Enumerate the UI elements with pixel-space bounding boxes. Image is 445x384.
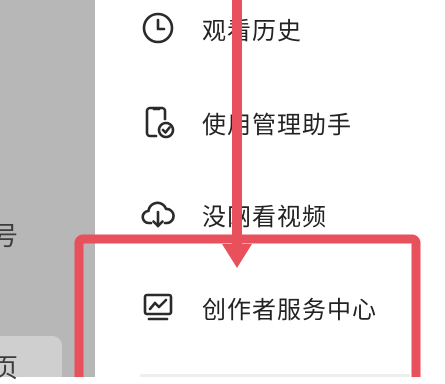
menu-item-label: 观看历史 [202,16,302,45]
menu-item-label: 使用管理助手 [202,110,352,139]
clock-icon [140,10,176,46]
menu-item-watch-history[interactable]: 观看历史 [140,5,302,51]
menu-item-label: 没网看视频 [202,202,327,231]
background-text-fragment: 页 [0,354,19,384]
phone-shield-icon [140,104,176,140]
menu-item-offline-video[interactable]: 没网看视频 [140,191,327,237]
background-page: 号 页 [0,0,95,382]
background-chip: 页 [0,336,62,382]
background-text-fragment: 号 [0,222,19,252]
menu-item-usage-assistant[interactable]: 使用管理助手 [140,99,352,145]
cloud-download-icon [140,196,176,232]
menu-item-creator-center[interactable]: 创作者服务中心 [140,284,377,330]
creator-chart-icon [140,289,176,325]
menu-item-label: 创作者服务中心 [202,295,377,324]
